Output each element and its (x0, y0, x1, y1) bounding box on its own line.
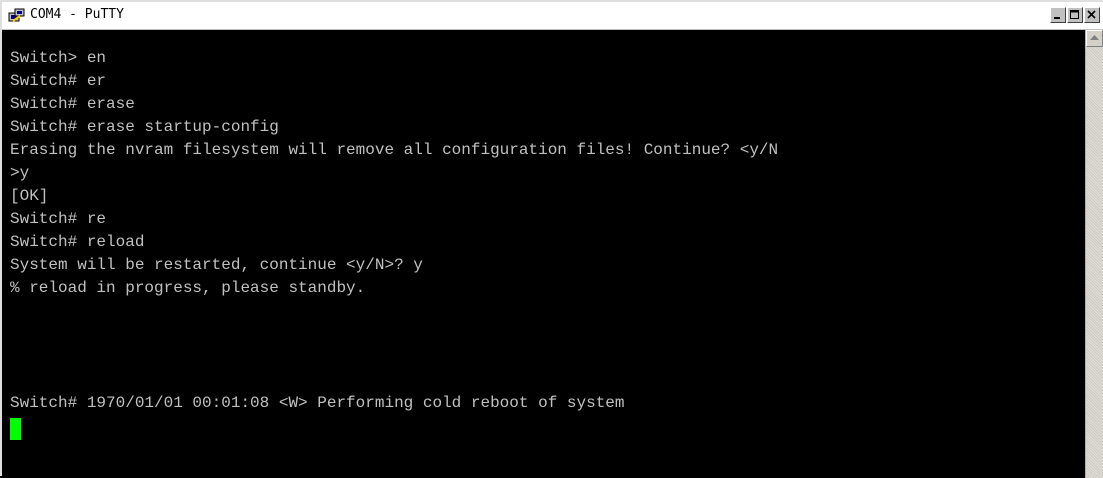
terminal-line: Switch# erase (10, 95, 135, 113)
terminal-line: Switch# 1970/01/01 00:01:08 <W> Performi… (10, 394, 625, 412)
terminal-line: Switch# erase startup-config (10, 118, 279, 136)
minimize-button[interactable] (1050, 7, 1066, 23)
putty-window: COM4 - PuTTY Switch> en Switch# er Switc… (0, 0, 1103, 478)
maximize-button[interactable] (1067, 7, 1083, 23)
maximize-icon (1070, 10, 1079, 19)
terminal-line: Switch# er (10, 72, 107, 90)
putty-icon[interactable] (8, 8, 26, 24)
close-button[interactable] (1084, 7, 1100, 23)
title-bar[interactable]: COM4 - PuTTY (2, 2, 1103, 30)
window-controls (1049, 7, 1100, 25)
terminal-line: % reload in progress, please standby. (10, 279, 366, 297)
terminal-line: [OK] (10, 187, 49, 205)
terminal-line: Switch> en (10, 49, 107, 67)
terminal-line: >y (10, 164, 30, 182)
arrow-up-icon (1090, 35, 1099, 40)
close-icon (1087, 10, 1096, 19)
terminal-line: Erasing the nvram filesystem will remove… (10, 141, 779, 159)
vertical-scrollbar[interactable] (1085, 30, 1103, 478)
scroll-up-button[interactable] (1086, 30, 1103, 47)
terminal-screen[interactable]: Switch> en Switch# er Switch# erase Swit… (2, 30, 1087, 478)
terminal-line: Switch# re (10, 210, 107, 228)
terminal-line: System will be restarted, continue <y/N>… (10, 256, 423, 274)
window-title: COM4 - PuTTY (30, 7, 124, 22)
terminal-cursor (10, 418, 21, 440)
minimize-icon (1054, 17, 1060, 19)
terminal-line: Switch# reload (10, 233, 145, 251)
